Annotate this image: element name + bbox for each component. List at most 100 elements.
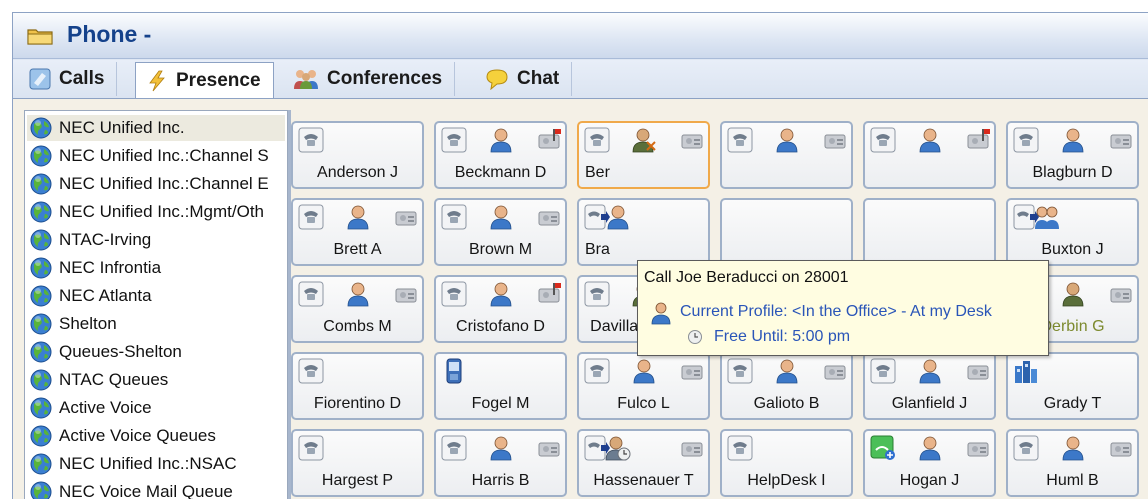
phone-icon xyxy=(298,358,324,384)
group-list-item[interactable]: Active Voice Queues xyxy=(27,423,285,449)
contact-tile[interactable]: Combs M xyxy=(291,275,424,343)
group-list-item[interactable]: NEC Unified Inc.:NSAC xyxy=(27,451,285,477)
contact-tile[interactable]: Ber xyxy=(577,121,710,189)
globe-icon xyxy=(29,228,53,252)
group-list-item[interactable]: NEC Atlanta xyxy=(27,283,285,309)
contact-tile[interactable]: Grady T xyxy=(1006,352,1139,420)
group-label: NTAC Queues xyxy=(59,370,169,389)
person-icon xyxy=(651,302,671,325)
contact-name: Galioto B xyxy=(753,395,820,412)
person-icon xyxy=(774,127,800,153)
group-list-item[interactable]: NEC Voice Mail Queue xyxy=(27,479,285,499)
group-list-item[interactable]: NEC Unified Inc.:Mgmt/Oth xyxy=(27,199,285,225)
contact-name: HelpDesk I xyxy=(747,472,826,489)
contact-tile[interactable]: Harris B xyxy=(434,429,567,497)
phone-icon xyxy=(870,127,896,153)
group-list-item[interactable]: NTAC-Irving xyxy=(27,227,285,253)
globe-icon xyxy=(29,200,53,224)
contact-tile[interactable] xyxy=(863,121,996,189)
contact-tile[interactable]: Cristofano D xyxy=(434,275,567,343)
phone-icon xyxy=(1013,435,1039,461)
tab-calls[interactable]: Calls xyxy=(19,62,118,96)
contact-name: Hogan J xyxy=(899,472,960,489)
contact-name: Brown M xyxy=(468,241,533,258)
phone-icon xyxy=(298,127,324,153)
contact-tile[interactable]: Fiorentino D xyxy=(291,352,424,420)
contact-name: Glanfield J xyxy=(891,395,968,412)
globe-icon xyxy=(29,480,53,499)
contact-tile[interactable]: Glanfield J xyxy=(863,352,996,420)
group-list-item[interactable]: NTAC Queues xyxy=(27,367,285,393)
phone-icon xyxy=(298,435,324,461)
group-label: NEC Unified Inc.:NSAC xyxy=(59,454,237,473)
person-clock-icon xyxy=(605,435,631,461)
tooltip-free-until: Free Until: 5:00 pm xyxy=(714,328,851,345)
contact-card-icon xyxy=(1108,435,1134,461)
tab-label: Chat xyxy=(517,68,560,89)
group-list[interactable]: NEC Unified Inc. NEC Unified Inc.:Channel… xyxy=(24,110,288,499)
contact-name: Buxton J xyxy=(1041,241,1104,258)
contact-tile[interactable]: Hargest P xyxy=(291,429,424,497)
tab-label: Conferences xyxy=(327,68,443,89)
contact-tile[interactable]: Hogan J xyxy=(863,429,996,497)
contact-card-icon xyxy=(822,358,848,384)
contact-name: Hassenauer T xyxy=(593,472,694,489)
contact-tile[interactable]: HelpDesk I xyxy=(720,429,853,497)
contact-tile[interactable]: Huml B xyxy=(1006,429,1139,497)
group-label: NEC Unified Inc.:Channel E xyxy=(59,174,269,193)
contact-tile[interactable]: Blagburn D xyxy=(1006,121,1139,189)
contact-tile[interactable]: Galioto B xyxy=(720,352,853,420)
tab-presence[interactable]: Presence xyxy=(135,62,274,98)
contact-card-icon xyxy=(679,435,705,461)
contact-tooltip: Call Joe Beraducci on 28001 Current Prof… xyxy=(637,260,1049,356)
tab-conferences[interactable]: Conferences xyxy=(283,62,456,96)
clock-icon xyxy=(688,330,702,344)
person-icon xyxy=(605,204,631,230)
contact-card-flag-icon xyxy=(536,127,562,153)
tab-chat[interactable]: Chat xyxy=(475,62,573,96)
contact-tile[interactable]: Fogel M xyxy=(434,352,567,420)
contact-tile[interactable]: Bra xyxy=(577,198,710,266)
contact-tile[interactable] xyxy=(720,121,853,189)
title-bar: Phone - xyxy=(13,13,1148,59)
contact-tile[interactable]: Brett A xyxy=(291,198,424,266)
contact-tile[interactable]: Anderson J xyxy=(291,121,424,189)
group-list-item[interactable]: NEC Unified Inc. xyxy=(27,115,285,141)
person-icon xyxy=(1060,435,1086,461)
phone-icon xyxy=(727,127,753,153)
contact-name: Beckmann D xyxy=(454,164,547,181)
mobile-icon xyxy=(441,358,467,384)
contact-tile[interactable]: Brown M xyxy=(434,198,567,266)
group-label: NEC Atlanta xyxy=(59,286,152,305)
group-list-item[interactable]: NEC Unified Inc.:Channel S xyxy=(27,143,285,169)
contact-tile[interactable] xyxy=(863,198,996,266)
contact-card-icon xyxy=(1108,281,1134,307)
group-label: NEC Unified Inc.:Mgmt/Oth xyxy=(59,202,265,221)
phone-window: Phone - Calls Presence Conferences Chat NEC… xyxy=(12,12,1148,499)
tab-label: Calls xyxy=(59,68,105,89)
contact-name: Combs M xyxy=(323,318,392,335)
contact-tile[interactable] xyxy=(720,198,853,266)
person-away-icon xyxy=(1060,281,1086,307)
group-list-item[interactable]: NEC Unified Inc.:Channel E xyxy=(27,171,285,197)
contact-name: Bra xyxy=(585,241,610,258)
phone-icon xyxy=(584,281,610,307)
phone-icon xyxy=(441,281,467,307)
contact-tile[interactable]: Beckmann D xyxy=(434,121,567,189)
person-icon xyxy=(488,127,514,153)
group-list-item[interactable]: Shelton xyxy=(27,311,285,337)
contact-name: Blagburn D xyxy=(1032,164,1113,181)
group-list-item[interactable]: Queues-Shelton xyxy=(27,339,285,365)
presence-panel: NEC Unified Inc. NEC Unified Inc.:Channel… xyxy=(13,98,1148,499)
globe-icon xyxy=(29,284,53,308)
group-list-item[interactable]: Active Voice xyxy=(27,395,285,421)
contact-tile[interactable]: Hassenauer T xyxy=(577,429,710,497)
globe-icon xyxy=(29,312,53,336)
contact-tile[interactable]: Buxton J xyxy=(1006,198,1139,266)
contact-name: Fogel M xyxy=(471,395,530,412)
person-icon xyxy=(631,358,657,384)
group-list-item[interactable]: NEC Infrontia xyxy=(27,255,285,281)
contact-name: Anderson J xyxy=(317,164,398,181)
building-icon xyxy=(1013,358,1039,384)
contact-tile[interactable]: Fulco L xyxy=(577,352,710,420)
